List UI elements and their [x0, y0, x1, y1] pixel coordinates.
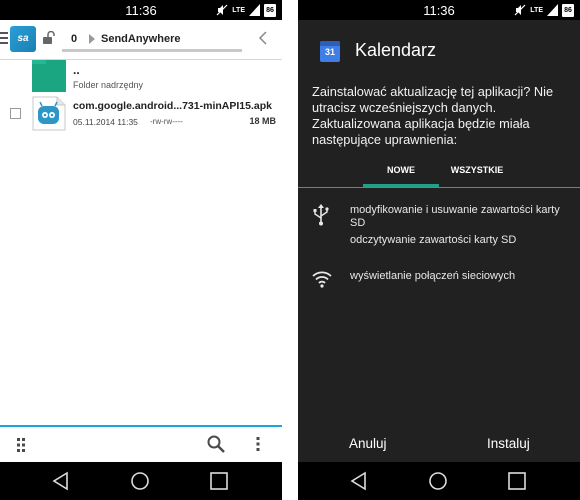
status-bar: 11:36 LTE 86 — [0, 0, 282, 20]
permission-group-storage: modyfikowanie i usuwanie zawartości kart… — [298, 204, 580, 258]
permission-text: wyświetlanie połączeń sieciowych — [350, 270, 575, 287]
android-apk-icon — [32, 96, 66, 131]
mute-icon — [216, 4, 228, 16]
file-manager-screen: 11:36 LTE 86 sa 0 SendAnywhere .. Folder… — [0, 0, 282, 500]
file-subtitle: Folder nadrzędny — [73, 80, 144, 90]
permission-tabs: NOWE WSZYSTKIE — [298, 158, 580, 188]
dialog-header: 31 Kalendarz — [298, 20, 580, 82]
battery-icon: 86 — [562, 3, 574, 17]
tab-all[interactable]: WSZYSTKIE — [439, 158, 515, 188]
calendar-app-icon: 31 — [320, 41, 340, 62]
dialog-message: Zainstalować aktualizację tej aplikacji?… — [312, 84, 554, 147]
bottom-toolbar — [0, 425, 282, 462]
chevron-left-icon[interactable] — [258, 30, 268, 46]
file-permissions: -rw-rw---- — [150, 117, 183, 126]
list-item-apk[interactable]: com.google.android...731-minAPI15.apk 05… — [0, 96, 282, 132]
network-type: LTE — [232, 6, 245, 14]
navigation-bar — [298, 462, 580, 500]
storage-bar — [62, 49, 242, 52]
tabs-divider — [298, 187, 580, 188]
breadcrumb-arrow-icon — [89, 34, 95, 44]
navigation-bar — [0, 462, 282, 500]
permission-item: modyfikowanie i usuwanie zawartości kart… — [350, 204, 560, 229]
folder-icon — [32, 60, 66, 92]
tab-new[interactable]: NOWE — [363, 158, 439, 188]
search-icon[interactable] — [207, 435, 225, 453]
signal-icon — [249, 4, 260, 16]
status-icons: LTE 86 — [514, 3, 574, 17]
app-title: Kalendarz — [355, 40, 437, 60]
file-name: .. — [73, 63, 80, 77]
mute-icon — [514, 4, 526, 16]
permission-group-network: wyświetlanie połączeń sieciowych — [298, 270, 580, 300]
breadcrumb-current[interactable]: SendAnywhere — [101, 33, 180, 45]
permission-item: odczytywanie zawartości karty SD — [350, 234, 517, 246]
status-bar: 11:36 LTE 86 — [298, 0, 580, 20]
file-size: 18 MB — [249, 116, 276, 126]
home-icon[interactable] — [428, 471, 448, 491]
calendar-icon-number: 31 — [324, 47, 335, 57]
usb-icon — [313, 204, 329, 226]
tab-new-label: NOWE — [387, 165, 415, 175]
file-manager-toolbar: sa 0 SendAnywhere — [0, 20, 282, 60]
back-icon[interactable] — [349, 471, 369, 491]
tab-all-label: WSZYSTKIE — [450, 165, 504, 175]
grip-icon[interactable] — [16, 437, 26, 453]
select-checkbox[interactable] — [10, 108, 21, 119]
signal-icon — [547, 4, 558, 16]
wifi-icon — [312, 271, 332, 288]
cancel-button[interactable]: Anuluj — [349, 436, 387, 451]
permission-text: modyfikowanie i usuwanie zawartości kart… — [350, 204, 575, 251]
recents-icon[interactable] — [209, 471, 229, 491]
file-date: 05.11.2014 11:35 — [73, 117, 138, 127]
breadcrumb-root[interactable]: 0 — [71, 33, 77, 45]
install-dialog-screen: 11:36 LTE 86 31 Kalendarz Zainstalować a… — [298, 0, 580, 500]
list-item-parent-folder[interactable]: .. Folder nadrzędny — [0, 60, 282, 94]
drawer-icon[interactable] — [0, 30, 8, 46]
home-icon[interactable] — [130, 471, 150, 491]
recents-icon[interactable] — [507, 471, 527, 491]
install-button[interactable]: Instaluj — [487, 436, 530, 451]
status-icons: LTE 86 — [216, 3, 276, 17]
file-name: com.google.android...731-minAPI15.apk — [73, 100, 272, 112]
more-vert-icon[interactable] — [255, 436, 261, 452]
app-icon[interactable]: sa — [10, 26, 36, 52]
unlock-icon[interactable] — [43, 31, 55, 45]
battery-icon: 86 — [264, 3, 276, 17]
back-icon[interactable] — [51, 471, 71, 491]
network-type: LTE — [530, 6, 543, 14]
permission-item: wyświetlanie połączeń sieciowych — [350, 270, 516, 282]
